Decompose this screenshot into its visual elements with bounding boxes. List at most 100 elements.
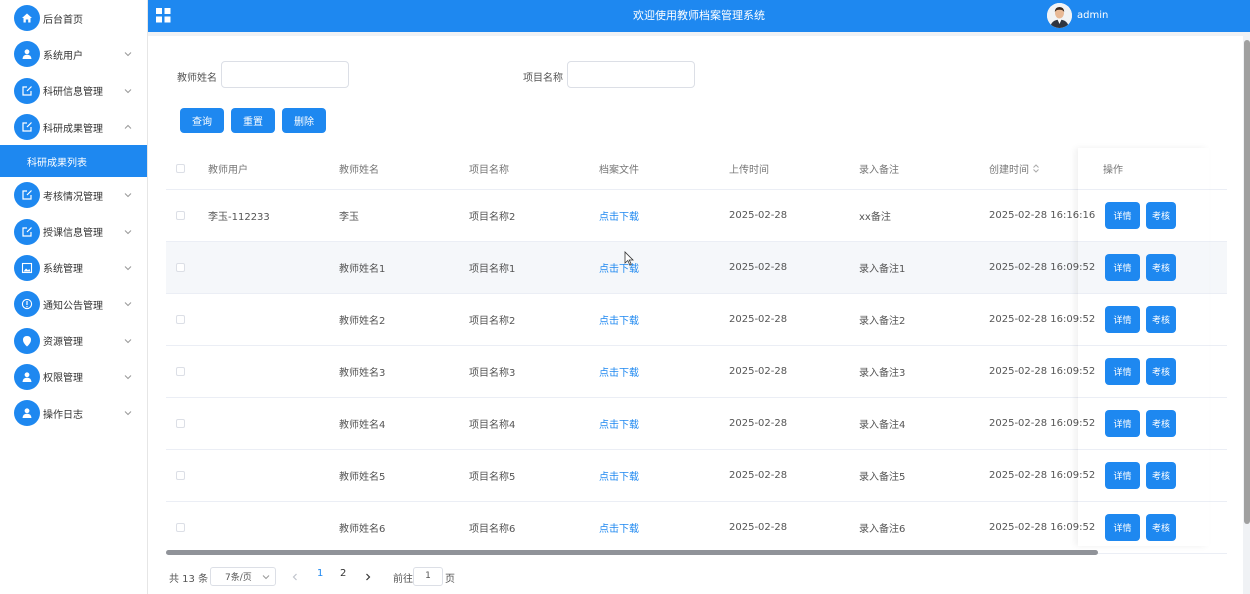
row-checkbox[interactable] xyxy=(176,294,185,345)
sidebar-item[interactable]: 权限管理 xyxy=(0,359,147,395)
table-cell: 项目名称1 xyxy=(469,264,516,275)
detail-button[interactable]: 详情 xyxy=(1105,254,1140,281)
detail-button[interactable]: 详情 xyxy=(1105,462,1140,489)
audit-button[interactable]: 考核 xyxy=(1146,306,1176,333)
detail-button[interactable]: 详情 xyxy=(1105,306,1140,333)
column-header: 上传时间 xyxy=(729,165,769,176)
table-cell: 2025-02-28 16:09:52 xyxy=(989,366,1096,377)
table-cell: 录入备注6 xyxy=(859,524,906,535)
chevron-down-icon xyxy=(124,411,132,416)
select-all-checkbox[interactable] xyxy=(176,148,185,189)
sidebar-item[interactable]: 系统用户 xyxy=(0,36,147,72)
chevron-down-icon xyxy=(262,575,270,580)
reset-button[interactable]: 重置 xyxy=(231,108,275,133)
audit-button[interactable]: 考核 xyxy=(1146,410,1176,437)
download-link[interactable]: 点击下载 xyxy=(599,398,639,449)
sidebar-item[interactable]: 考核情况管理 xyxy=(0,177,147,213)
download-link[interactable]: 点击下载 xyxy=(599,450,639,501)
row-checkbox[interactable] xyxy=(176,190,185,241)
row-checkbox[interactable] xyxy=(176,242,185,293)
row-actions: 详情 考核 xyxy=(1105,398,1182,449)
sort-icon[interactable] xyxy=(1033,164,1039,173)
page-2[interactable]: 2 xyxy=(340,568,346,579)
edit-icon xyxy=(14,114,40,141)
sidebar-subitem-active[interactable]: 科研成果列表 xyxy=(0,145,147,178)
sidebar-item[interactable]: 资源管理 xyxy=(0,322,147,358)
user-avatar[interactable] xyxy=(1047,3,1072,28)
detail-button[interactable]: 详情 xyxy=(1105,202,1140,229)
prev-page-icon[interactable] xyxy=(291,573,299,581)
sidebar-item[interactable]: 授课信息管理 xyxy=(0,213,147,249)
audit-button[interactable]: 考核 xyxy=(1146,358,1176,385)
table-cell: xx备注 xyxy=(859,212,891,223)
table-cell: 录入备注3 xyxy=(859,368,906,379)
sidebar-item-label: 系统管理 xyxy=(43,264,83,276)
sidebar-item[interactable]: 通知公告管理 xyxy=(0,286,147,322)
download-link[interactable]: 点击下载 xyxy=(599,294,639,345)
teacher-name-label: 教师姓名 xyxy=(177,73,217,84)
audit-button[interactable]: 考核 xyxy=(1146,462,1176,489)
edit-icon xyxy=(14,182,40,209)
table-cell: 2025-02-28 xyxy=(729,418,788,429)
edit-icon xyxy=(14,218,40,245)
detail-button[interactable]: 详情 xyxy=(1105,358,1140,385)
page-suffix: 页 xyxy=(445,573,455,585)
sidebar-item[interactable]: 后台首页 xyxy=(0,0,147,36)
page-1[interactable]: 1 xyxy=(317,568,323,579)
row-actions: 详情 考核 xyxy=(1105,294,1182,345)
download-link[interactable]: 点击下载 xyxy=(599,502,639,553)
sidebar-item-label: 科研信息管理 xyxy=(43,87,103,99)
user-icon xyxy=(14,363,40,390)
results-table: 教师用户 教师姓名 项目名称 档案文件 上传时间 录入备注 创建时间 操作 李玉-112233 李… xyxy=(166,148,1227,554)
goto-label: 前往 xyxy=(393,573,413,585)
admin-username[interactable]: admin xyxy=(1077,0,1108,32)
delete-button[interactable]: 删除 xyxy=(282,108,326,133)
grid-menu-icon[interactable] xyxy=(156,8,171,23)
sidebar-item[interactable]: 操作日志 xyxy=(0,395,147,431)
sidebar-item-label: 资源管理 xyxy=(43,337,83,349)
sidebar-item-label: 授课信息管理 xyxy=(43,228,103,240)
horizontal-scrollbar[interactable] xyxy=(166,550,1098,555)
table-cell: 2025-02-28 xyxy=(729,522,788,533)
download-link[interactable]: 点击下载 xyxy=(599,242,639,293)
row-actions: 详情 考核 xyxy=(1105,450,1182,501)
table-cell: 2025-02-28 xyxy=(729,366,788,377)
row-actions: 详情 考核 xyxy=(1105,242,1182,293)
chevron-down-icon xyxy=(124,193,132,198)
teacher-name-input[interactable] xyxy=(221,61,349,88)
sidebar-item-label: 系统用户 xyxy=(43,50,83,62)
next-page-icon[interactable] xyxy=(364,573,372,581)
audit-button[interactable]: 考核 xyxy=(1146,514,1176,541)
table-row: 李玉-112233 李玉 项目名称2 点击下载 2025-02-28 xx备注 2025-0… xyxy=(166,190,1227,242)
vertical-scrollbar[interactable] xyxy=(1244,40,1250,524)
row-checkbox[interactable] xyxy=(176,502,185,553)
audit-button[interactable]: 考核 xyxy=(1146,254,1176,281)
row-checkbox[interactable] xyxy=(176,398,185,449)
query-button[interactable]: 查询 xyxy=(180,108,224,133)
detail-button[interactable]: 详情 xyxy=(1105,410,1140,437)
table-cell: 2025-02-28 16:09:52 xyxy=(989,522,1096,533)
sidebar-item[interactable]: 科研信息管理 xyxy=(0,73,147,109)
table-cell: 2025-02-28 xyxy=(729,262,788,273)
audit-button[interactable]: 考核 xyxy=(1146,202,1176,229)
table-header: 教师用户 教师姓名 项目名称 档案文件 上传时间 录入备注 创建时间 操作 xyxy=(166,148,1227,190)
row-checkbox[interactable] xyxy=(176,450,185,501)
row-checkbox[interactable] xyxy=(176,346,185,397)
table-cell: 2025-02-28 16:09:52 xyxy=(989,418,1096,429)
chevron-down-icon xyxy=(124,88,132,93)
user-icon xyxy=(14,400,40,427)
download-link[interactable]: 点击下载 xyxy=(599,190,639,241)
sidebar-item[interactable]: 科研成果管理 xyxy=(0,109,147,145)
goto-page-input[interactable]: 1 xyxy=(413,567,443,586)
download-link[interactable]: 点击下载 xyxy=(599,346,639,397)
table-cell: 项目名称2 xyxy=(469,316,516,327)
table-cell: 项目名称5 xyxy=(469,472,516,483)
column-header: 档案文件 xyxy=(599,165,639,176)
row-actions: 详情 考核 xyxy=(1105,502,1182,553)
page-size-select[interactable]: 7条/页 xyxy=(210,567,276,586)
sidebar-item[interactable]: 系统管理 xyxy=(0,250,147,286)
detail-button[interactable]: 详情 xyxy=(1105,514,1140,541)
project-name-input[interactable] xyxy=(567,61,695,88)
edit-icon xyxy=(14,77,40,104)
column-header: 录入备注 xyxy=(859,165,899,176)
